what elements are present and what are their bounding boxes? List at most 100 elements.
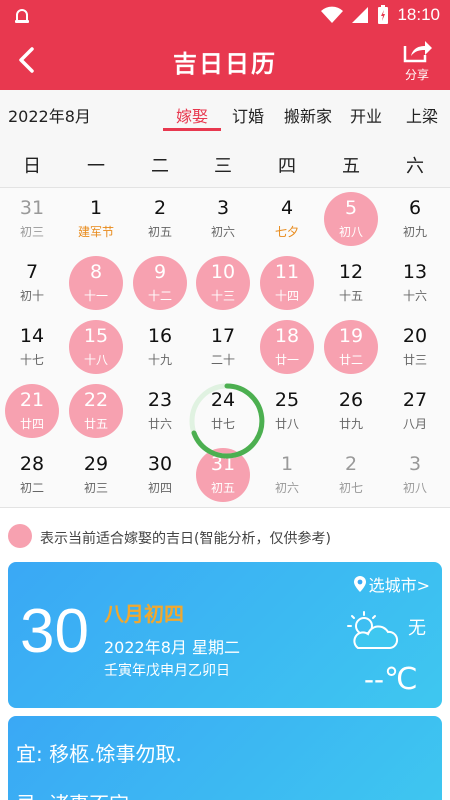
day-number: 4 <box>280 197 294 219</box>
wind-value: 无 <box>408 618 426 639</box>
temperature-value: --℃ <box>364 663 418 696</box>
weekday-wed: 三 <box>214 156 232 177</box>
calendar-day-cell[interactable]: 30 初四 <box>128 444 192 508</box>
share-label: 分享 <box>404 68 429 82</box>
day-number: 10 <box>210 261 236 283</box>
day-number: 28 <box>19 453 45 475</box>
weekday-sat: 六 <box>406 156 424 177</box>
day-number: 19 <box>338 325 364 347</box>
status-time: 18:10 <box>397 5 440 24</box>
title-bar: 吉日日历 分享 <box>0 30 450 90</box>
calendar-day-cell-lucky[interactable]: 10 十三 <box>191 252 255 316</box>
day-number: 15 <box>83 325 109 347</box>
day-number: 8 <box>89 261 103 283</box>
calendar-day-cell[interactable]: 3 初八 <box>383 444 447 508</box>
calendar-day-cell-lucky[interactable]: 8 十一 <box>64 252 128 316</box>
status-bar: 18:10 <box>0 0 450 30</box>
legend-text: 表示当前适合嫁娶的吉日(智能分析，仅供参考) <box>40 531 331 547</box>
day-number: 20 <box>402 325 428 347</box>
share-button[interactable]: 分享 <box>400 38 434 83</box>
calendar-day-cell[interactable]: 20 廿三 <box>383 316 447 380</box>
gregorian-date-line: 2022年8月 星期二 <box>104 638 240 657</box>
lunar-day: 十二 <box>147 289 172 303</box>
day-number: 21 <box>19 389 45 411</box>
lunar-day: 十一 <box>83 289 108 303</box>
day-number: 12 <box>338 261 364 283</box>
page-title: 吉日日历 <box>173 50 277 78</box>
calendar-day-cell[interactable]: 29 初三 <box>64 444 128 508</box>
day-number: 9 <box>153 261 167 283</box>
calendar-day-cell-lucky[interactable]: 15 十八 <box>64 316 128 380</box>
calendar-day-cell-lucky[interactable]: 21 廿四 <box>0 380 64 444</box>
lunar-day: 初七 <box>338 481 363 495</box>
selected-day-number: 30 <box>20 597 89 666</box>
lunar-date-title: 八月初四 <box>104 602 184 626</box>
notification-app-icon <box>15 9 29 23</box>
calendar-day-cell[interactable]: 26 廿九 <box>319 380 383 444</box>
tab-marriage[interactable]: 嫁娶 <box>176 103 208 127</box>
day-number: 17 <box>210 325 236 347</box>
calendar-day-cell-lucky[interactable]: 5 初八 <box>319 188 383 252</box>
lunar-day: 廿九 <box>338 417 363 431</box>
lunar-day: 初五 <box>147 225 172 239</box>
lunar-day: 廿一 <box>274 353 299 367</box>
partly-cloudy-icon <box>347 611 399 649</box>
calendar-day-cell[interactable]: 13 十六 <box>383 252 447 316</box>
day-info-card[interactable]: 选城市> 30 八月初四 2022年8月 星期二 壬寅年戊申月乙卯日 无 --℃ <box>8 562 442 708</box>
signal-icon <box>352 7 369 23</box>
calendar-day-cell-lucky[interactable]: 9 十二 <box>128 252 192 316</box>
calendar-day-cell[interactable]: 27 八月 <box>383 380 447 444</box>
day-number: 18 <box>274 325 300 347</box>
day-number: 31 <box>19 197 45 219</box>
yi-ji-card: 宜: 移柩.馀事勿取. 忌: 诸事不宜 <box>8 716 442 800</box>
lunar-day: 初二 <box>19 481 44 495</box>
calendar-day-cell-lucky[interactable]: 22 廿五 <box>64 380 128 444</box>
calendar-day-cell[interactable]: 12 十五 <box>319 252 383 316</box>
lunar-day: 十三 <box>210 289 235 303</box>
lunar-day: 廿六 <box>147 417 172 431</box>
tab-opening-business[interactable]: 开业 <box>350 103 382 127</box>
calendar-day-cell[interactable]: 7 初十 <box>0 252 64 316</box>
lucky-day-legend: 表示当前适合嫁娶的吉日(智能分析，仅供参考) <box>0 518 450 558</box>
weekday-fri: 五 <box>342 156 360 177</box>
lunar-day: 初五 <box>210 481 235 495</box>
day-number: 23 <box>147 389 173 411</box>
current-month: 2022年8月 <box>8 107 91 126</box>
calendar-day-cell[interactable]: 28 初二 <box>0 444 64 508</box>
tab-engagement[interactable]: 订婚 <box>232 103 264 127</box>
day-number: 3 <box>216 197 230 219</box>
tab-moving-house[interactable]: 搬新家 <box>284 103 332 127</box>
calendar-day-cell[interactable]: 2 初七 <box>319 444 383 508</box>
calendar-day-cell[interactable]: 14 十七 <box>0 316 64 380</box>
calendar-day-cell[interactable]: 1 建军节 <box>64 188 128 252</box>
lunar-day: 初六 <box>210 225 235 239</box>
lunar-day: 廿五 <box>83 417 108 431</box>
battery-icon <box>378 5 389 24</box>
calendar-day-cell[interactable]: 17 二十 <box>191 316 255 380</box>
calendar-day-cell[interactable]: 31 初三 <box>0 188 64 252</box>
calendar-day-cell[interactable]: 16 十九 <box>128 316 192 380</box>
lunar-day: 初三 <box>83 481 108 495</box>
calendar-day-cell[interactable]: 3 初六 <box>191 188 255 252</box>
lunar-day: 八月 <box>402 417 427 431</box>
calendar-day-cell[interactable]: 23 廿六 <box>128 380 192 444</box>
location-pin-icon <box>353 576 366 592</box>
lunar-day: 廿二 <box>338 353 363 367</box>
calendar-day-cell[interactable]: 2 初五 <box>128 188 192 252</box>
calendar-day-cell-lucky[interactable]: 11 十四 <box>255 252 319 316</box>
calendar-day-cell-lucky[interactable]: 19 廿二 <box>319 316 383 380</box>
day-number: 14 <box>19 325 45 347</box>
weekday-sun: 日 <box>23 156 41 177</box>
ji-text: 忌: 诸事不宜 <box>16 788 129 800</box>
day-number: 11 <box>274 261 300 283</box>
tab-roof-beam[interactable]: 上梁 <box>406 103 438 127</box>
calendar-day-cell[interactable]: 4 七夕 <box>255 188 319 252</box>
day-number: 29 <box>83 453 109 475</box>
lunar-day: 初八 <box>338 225 363 239</box>
select-city-button[interactable]: 选城市> <box>353 572 430 596</box>
lunar-day: 初九 <box>402 225 427 239</box>
day-number: 27 <box>402 389 428 411</box>
wifi-icon <box>321 6 344 23</box>
calendar-day-cell-lucky[interactable]: 18 廿一 <box>255 316 319 380</box>
calendar-day-cell[interactable]: 6 初九 <box>383 188 447 252</box>
